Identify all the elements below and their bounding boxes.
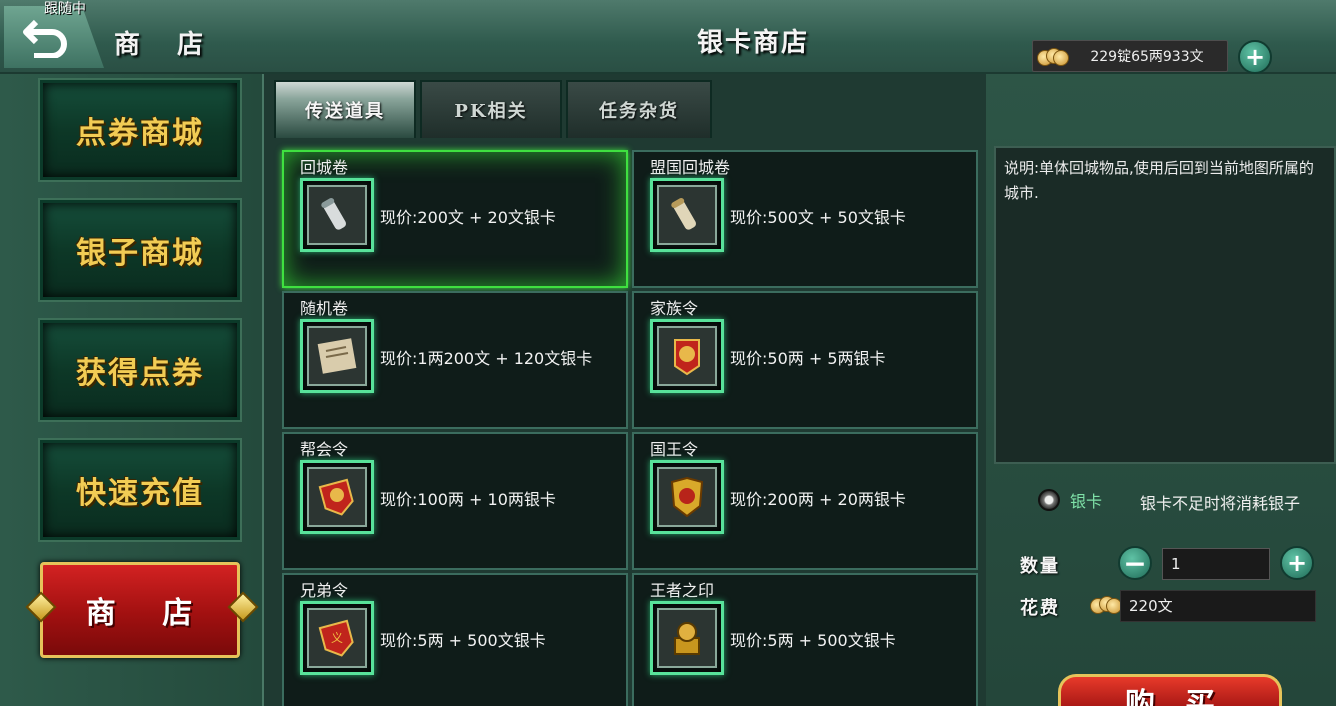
currency-display: 229锭65两933文 [1032,40,1228,72]
buy-button[interactable]: 购买 [1058,674,1282,706]
quantity-decrease-button[interactable]: − [1118,546,1152,580]
currency-amount: 229锭65两933文 [1090,49,1204,65]
payment-option-label: 银卡 [1070,492,1103,511]
scroll-icon [657,185,717,245]
payment-radio[interactable] [1038,489,1060,511]
payment-note: 银卡不足时将消耗银子 [1140,494,1301,513]
follow-status: 跟随中 [44,1,86,17]
item-grid: 回城卷 现价:200文 + 20文银卡 盟国回城卷 现价:500文 + 50文银… [282,150,980,706]
item-icon-frame: 义 [300,601,374,675]
item-name: 兄弟令 [300,581,349,600]
item-name: 王者之印 [650,581,715,600]
tab-misc-goods[interactable]: 任务杂货 [566,80,712,138]
sidebar-item-shop[interactable]: 商 店 [40,562,240,658]
sidebar-item-label: 商 店 [85,596,211,631]
tab-pk[interactable]: PK相关 [420,80,562,138]
quantity-label: 数量 [1020,556,1060,577]
item-price: 现价:100两 + 10两银卡 [380,490,556,509]
guild-token-icon [307,467,367,527]
sidebar-item-get-coupons[interactable]: 获得点券 [38,318,242,422]
buy-button-label: 购买 [1125,687,1245,706]
top-bar: 跟随中 商 店 银卡商店 229锭65两933文 + [0,0,1336,74]
parchment-icon [307,326,367,386]
sidebar-item-label: 获得点券 [76,356,204,391]
item-name: 随机卷 [300,299,349,318]
item-card-family-token[interactable]: 家族令 现价:50两 + 5两银卡 [632,291,978,429]
payment-option[interactable]: 银卡 [1038,488,1102,512]
item-card-random-scroll[interactable]: 随机卷 现价:1两200文 + 120文银卡 [282,291,628,429]
item-icon-frame [650,601,724,675]
sidebar-item-label: 快速充值 [76,476,204,511]
king-token-icon [657,467,717,527]
coin-icon [1090,594,1122,614]
item-name: 国王令 [650,440,699,459]
sidebar-item-quick-recharge[interactable]: 快速充值 [38,438,242,542]
add-currency-button[interactable]: + [1238,40,1272,74]
family-token-icon [657,326,717,386]
cost-label: 花费 [1020,598,1060,619]
item-name: 回城卷 [300,158,349,177]
item-icon-frame [650,178,724,252]
item-price: 现价:5两 + 500文银卡 [730,631,896,650]
coin-icon [1037,46,1069,66]
item-icon-frame [300,319,374,393]
tab-teleport-items[interactable]: 传送道具 [274,80,416,138]
item-name: 家族令 [650,299,699,318]
scroll-icon [307,185,367,245]
sidebar-item-coupon-mall[interactable]: 点券商城 [38,78,242,182]
item-price: 现价:500文 + 50文银卡 [730,208,906,227]
item-icon-frame [300,460,374,534]
item-price: 现价:200两 + 20两银卡 [730,490,906,509]
seal-icon [657,608,717,668]
sidebar-item-label: 点券商城 [76,116,204,151]
item-card-ally-town-scroll[interactable]: 盟国回城卷 现价:500文 + 50文银卡 [632,150,978,288]
item-card-town-scroll[interactable]: 回城卷 现价:200文 + 20文银卡 [282,150,628,288]
cost-value: 220文 [1120,590,1316,622]
item-name: 帮会令 [300,440,349,459]
svg-text:义: 义 [331,631,343,645]
item-icon-frame [300,178,374,252]
quantity-increase-button[interactable]: + [1280,546,1314,580]
item-card-brother-token[interactable]: 兄弟令 义 现价:5两 + 500文银卡 [282,573,628,706]
item-icon-frame [650,460,724,534]
item-card-guild-token[interactable]: 帮会令 现价:100两 + 10两银卡 [282,432,628,570]
sidebar-item-label: 银子商城 [76,236,204,271]
detail-panel: 说明:单体回城物品,使用后回到当前地图所属的城市. 银卡 银卡不足时将消耗银子 … [986,74,1336,706]
item-price: 现价:200文 + 20文银卡 [380,208,556,227]
item-card-royal-seal[interactable]: 王者之印 现价:5两 + 500文银卡 [632,573,978,706]
sidebar-item-silver-mall[interactable]: 银子商城 [38,198,242,302]
item-panel: 传送道具 PK相关 任务杂货 回城卷 现价:200文 + 20文银卡 盟国回城卷… [262,74,986,706]
quantity-input[interactable]: 1 [1162,548,1270,580]
brother-token-icon: 义 [307,608,367,668]
item-price: 现价:1两200文 + 120文银卡 [380,349,593,368]
item-price: 现价:50两 + 5两银卡 [730,349,886,368]
item-description: 说明:单体回城物品,使用后回到当前地图所属的城市. [994,146,1336,464]
item-icon-frame [650,319,724,393]
item-card-king-token[interactable]: 国王令 现价:200两 + 20两银卡 [632,432,978,570]
item-name: 盟国回城卷 [650,158,731,177]
item-price: 现价:5两 + 500文银卡 [380,631,546,650]
